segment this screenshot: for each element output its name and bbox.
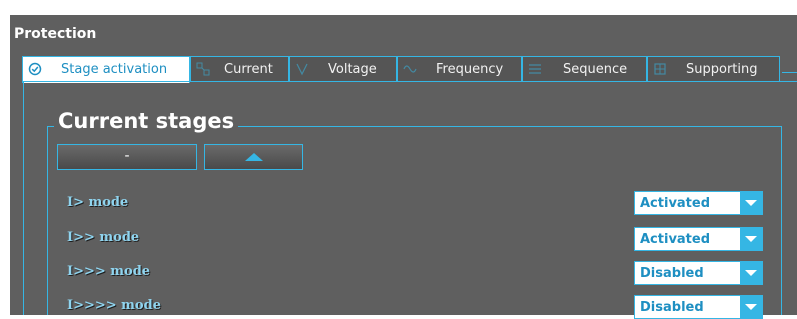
supporting-icon: [654, 63, 666, 75]
tab-underline: [22, 81, 797, 82]
dropdown-arrow-icon[interactable]: [739, 262, 762, 284]
tab-label: Current: [224, 62, 273, 77]
dropdown-arrow-icon[interactable]: [739, 228, 762, 250]
select-value: Disabled: [640, 266, 704, 281]
tab-label: Supporting: [686, 62, 758, 77]
tab-label: Frequency: [436, 62, 504, 77]
select-value: Activated: [640, 196, 711, 211]
scroll-up-button[interactable]: [204, 144, 303, 170]
sequence-icon: [529, 64, 541, 74]
tab-voltage[interactable]: Voltage: [289, 56, 397, 81]
current-icon: [196, 62, 210, 76]
row-label-i3-mode: I>>> mode: [67, 264, 151, 279]
tab-label: Stage activation: [61, 62, 168, 77]
tab-supporting[interactable]: Supporting: [647, 56, 780, 81]
tab-frequency[interactable]: Frequency: [397, 56, 522, 81]
i4-mode-select[interactable]: Disabled: [634, 295, 763, 319]
i2-mode-select[interactable]: Activated: [634, 227, 763, 251]
tab-label: Sequence: [563, 62, 628, 77]
row-label-i1-mode: I> mode: [67, 195, 129, 210]
content-border: [23, 82, 24, 315]
i1-mode-select[interactable]: Activated: [634, 191, 763, 215]
dropdown-arrow-icon[interactable]: [739, 192, 762, 214]
i3-mode-select[interactable]: Disabled: [634, 261, 763, 285]
tab-current[interactable]: Current: [190, 56, 289, 81]
row-label-i4-mode: I>>>> mode: [67, 298, 161, 313]
check-circle-icon: [28, 62, 42, 76]
triangle-up-icon: [245, 153, 263, 161]
frequency-icon: [403, 65, 417, 73]
voltage-icon: [296, 63, 308, 76]
select-value: Disabled: [640, 300, 704, 315]
tab-sequence[interactable]: Sequence: [522, 56, 647, 81]
minus-button[interactable]: -: [57, 144, 197, 170]
section-title: Current stages: [54, 109, 239, 133]
tab-stage-activation[interactable]: Stage activation: [22, 56, 190, 83]
panel-title: Protection: [14, 26, 97, 42]
tab-label: Voltage: [328, 62, 377, 77]
row-label-i2-mode: I>> mode: [67, 230, 140, 245]
tab-bar-edge: [782, 72, 797, 73]
select-value: Activated: [640, 232, 711, 247]
